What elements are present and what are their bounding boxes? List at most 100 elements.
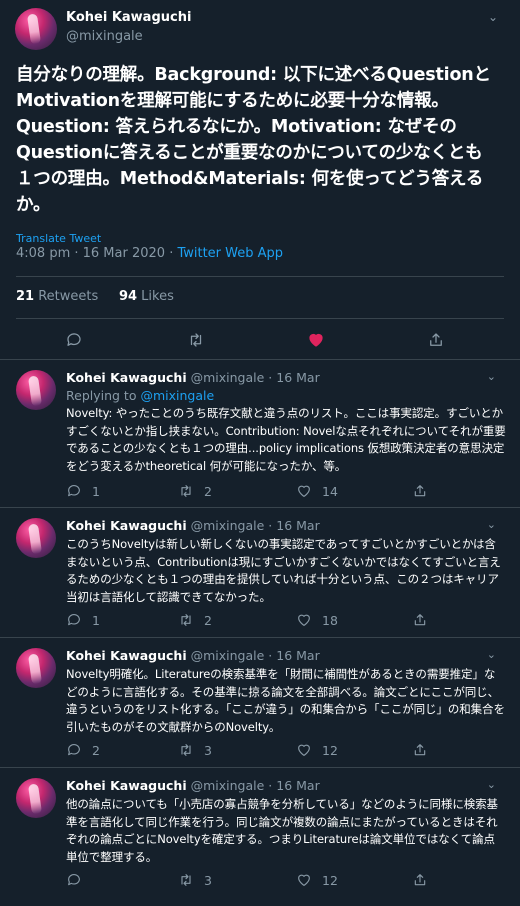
tweet-date[interactable]: · 16 Mar xyxy=(268,370,319,385)
translate-tweet-link[interactable]: Translate Tweet xyxy=(16,232,101,245)
reply-tweet[interactable]: Kohei Kawaguchi @mixingale · 16 Mar ⌄ この… xyxy=(0,508,520,638)
like-stat[interactable]: 94 Likes xyxy=(119,289,174,304)
tweet-date[interactable]: · 16 Mar xyxy=(268,518,319,533)
retweet-count: 2 xyxy=(204,612,212,628)
avatar[interactable] xyxy=(15,8,57,50)
retweet-icon xyxy=(190,333,202,347)
chevron-down-icon[interactable]: ⌄ xyxy=(487,648,496,661)
divider xyxy=(16,318,504,319)
reply-icon xyxy=(68,614,80,626)
retweet-icon xyxy=(181,614,191,626)
retweet-icon xyxy=(181,874,191,886)
share-icon xyxy=(414,485,426,497)
like-count: 14 xyxy=(322,483,338,499)
like-button[interactable]: 18 xyxy=(296,612,338,628)
chevron-down-icon[interactable]: ⌄ xyxy=(487,778,496,791)
reply-icon xyxy=(68,874,80,886)
reply-text: このうちNoveltyは新しい新しくないの事実認定であってすごいとかすごいとかは… xyxy=(66,537,501,604)
reply-text: Novelty明確化。Literatureの検索基準を「財間に補間性があるときの… xyxy=(66,667,505,734)
avatar[interactable] xyxy=(16,370,56,410)
retweet-button[interactable] xyxy=(184,328,208,352)
reply-icon xyxy=(67,333,81,346)
reply-actions: 1 2 14 xyxy=(66,483,486,501)
tweet-date[interactable]: · 16 Mar xyxy=(268,778,319,793)
chevron-down-icon[interactable]: ⌄ xyxy=(488,10,498,24)
retweet-count: 2 xyxy=(204,483,212,499)
retweet-button[interactable]: 2 xyxy=(178,483,212,499)
author-name[interactable]: Kohei Kawaguchi xyxy=(66,648,187,663)
tweet-meta: 4:08 pm · 16 Mar 2020 · Twitter Web App xyxy=(16,246,283,261)
reply-button[interactable] xyxy=(62,328,86,352)
tweet-actions xyxy=(16,328,504,352)
retweet-button[interactable]: 3 xyxy=(178,742,212,758)
retweet-count: 3 xyxy=(204,742,212,758)
divider xyxy=(16,276,504,277)
author-name[interactable]: Kohei Kawaguchi xyxy=(66,518,187,533)
heart-icon xyxy=(298,614,310,626)
chevron-down-icon[interactable]: ⌄ xyxy=(487,370,496,383)
share-icon xyxy=(414,614,426,626)
reply-count: 1 xyxy=(92,612,100,628)
author-name[interactable]: Kohei Kawaguchi xyxy=(66,10,191,25)
avatar[interactable] xyxy=(16,518,56,558)
reply-icon xyxy=(68,485,80,497)
like-count: 94 xyxy=(118,289,138,304)
retweet-button[interactable]: 3 xyxy=(178,872,212,888)
like-button[interactable]: 12 xyxy=(296,872,338,888)
heart-icon xyxy=(298,744,310,756)
reply-text: Novelty: やったことのうち既存文献と違う点のリスト。ここは事実認定。すご… xyxy=(66,406,506,473)
main-tweet: Kohei Kawaguchi @mixingale ⌄ 自分なりの理解。Bac… xyxy=(0,0,520,360)
share-icon xyxy=(430,333,442,346)
tweet-date[interactable]: · 16 Mar xyxy=(268,648,319,663)
share-button[interactable] xyxy=(424,328,448,352)
author-handle[interactable]: @mixingale xyxy=(66,29,143,44)
like-count: 12 xyxy=(322,742,338,758)
reply-actions: 2 3 12 xyxy=(66,742,486,760)
author-name[interactable]: Kohei Kawaguchi xyxy=(66,778,187,793)
tweet-source[interactable]: Twitter Web App xyxy=(177,246,283,261)
replying-to: Replying to @mixingale xyxy=(66,388,214,403)
heart-icon xyxy=(298,485,310,497)
engagement-stats: 21 Retweets 94 Likes xyxy=(16,289,174,304)
share-icon xyxy=(414,874,426,886)
retweet-stat[interactable]: 21 Retweets xyxy=(16,289,98,304)
share-button[interactable] xyxy=(412,612,428,628)
reply-count: 1 xyxy=(92,483,100,499)
author-handle[interactable]: @mixingale xyxy=(191,648,265,663)
retweet-icon xyxy=(181,744,191,756)
author-handle[interactable]: @mixingale xyxy=(191,778,265,793)
replying-prefix: Replying to xyxy=(66,388,141,403)
author-name[interactable]: Kohei Kawaguchi xyxy=(66,370,187,385)
reply-button[interactable]: 1 xyxy=(66,612,100,628)
heart-icon xyxy=(309,333,323,347)
tweet-text: 自分なりの理解。Background: 以下に述べるQuestionとMotiv… xyxy=(16,65,491,215)
reply-button[interactable]: 1 xyxy=(66,483,100,499)
reply-header: Kohei Kawaguchi @mixingale · 16 Mar xyxy=(66,778,320,793)
retweet-button[interactable]: 2 xyxy=(178,612,212,628)
like-button[interactable]: 12 xyxy=(296,742,338,758)
replying-handle[interactable]: @mixingale xyxy=(140,388,214,403)
retweet-count: 21 xyxy=(16,289,35,304)
author-handle[interactable]: @mixingale xyxy=(191,518,265,533)
chevron-down-icon[interactable]: ⌄ xyxy=(487,518,496,531)
avatar[interactable] xyxy=(16,778,56,818)
retweet-count: 3 xyxy=(204,872,212,888)
reply-actions: 3 12 xyxy=(66,872,486,890)
reply-tweet[interactable]: Kohei Kawaguchi @mixingale · 16 Mar ⌄ 他の… xyxy=(0,768,520,906)
like-label: Likes xyxy=(137,289,174,304)
author-handle[interactable]: @mixingale xyxy=(191,370,265,385)
reply-button[interactable]: 2 xyxy=(66,742,100,758)
reply-header: Kohei Kawaguchi @mixingale · 16 Mar xyxy=(66,370,320,385)
share-button[interactable] xyxy=(412,742,428,758)
reply-tweet[interactable]: Kohei Kawaguchi @mixingale · 16 Mar ⌄ No… xyxy=(0,638,520,768)
share-button[interactable] xyxy=(412,872,428,888)
avatar[interactable] xyxy=(16,648,56,688)
tweet-timestamp[interactable]: 4:08 pm · 16 Mar 2020 · xyxy=(16,246,177,261)
like-button[interactable]: 14 xyxy=(296,483,338,499)
reply-text: 他の論点についても「小売店の寡占競争を分析している」などのように同様に検索基準を… xyxy=(66,797,498,864)
share-button[interactable] xyxy=(412,483,428,499)
reply-button[interactable] xyxy=(66,872,92,888)
reply-count: 2 xyxy=(92,742,100,758)
like-button[interactable] xyxy=(304,328,328,352)
reply-tweet[interactable]: Kohei Kawaguchi @mixingale · 16 Mar ⌄ Re… xyxy=(0,360,520,508)
